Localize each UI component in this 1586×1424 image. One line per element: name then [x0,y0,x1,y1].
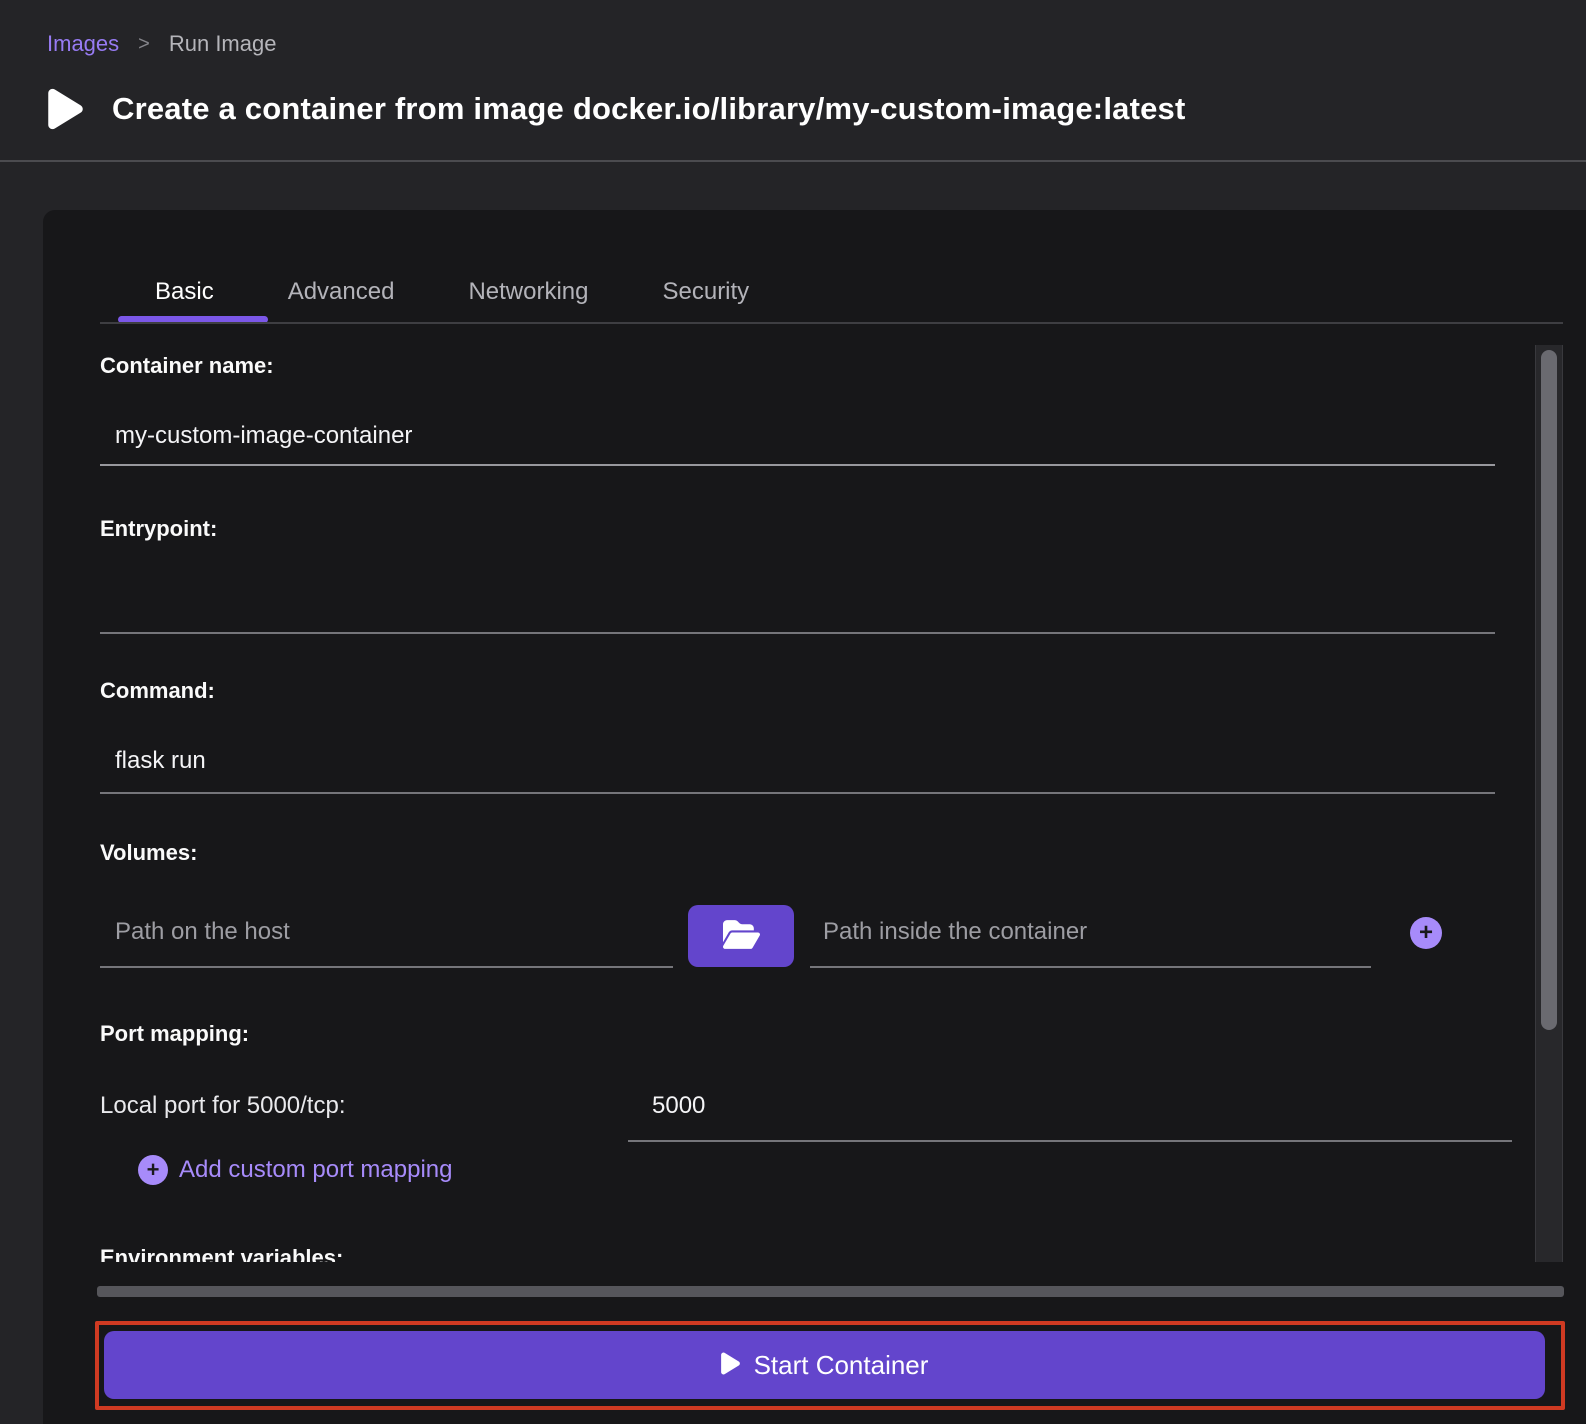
play-icon-small [721,1351,740,1379]
breadcrumb: Images > Run Image [47,31,276,57]
breadcrumb-link-images[interactable]: Images [47,31,119,57]
basic-tab-content: Container name: my-custom-image-containe… [100,345,1512,1262]
start-container-button[interactable]: Start Container [104,1331,1545,1399]
volume-container-underline [810,966,1371,968]
container-name-underline [100,464,1495,466]
run-image-page: Images > Run Image Create a container fr… [0,0,1586,1424]
command-underline [100,792,1495,794]
local-port-underline [628,1140,1512,1142]
command-input[interactable]: flask run [115,747,206,775]
vertical-scrollbar-thumb[interactable] [1541,350,1557,1030]
add-custom-port-mapping-button[interactable]: + Add custom port mapping [138,1155,452,1185]
tab-networking[interactable]: Networking [431,268,625,316]
breadcrumb-current: Run Image [169,31,277,57]
local-port-label: Local port for 5000/tcp: [100,1092,345,1120]
header-divider [0,160,1586,162]
page-title: Create a container from image docker.io/… [112,91,1186,127]
page-header: Create a container from image docker.io/… [47,86,1186,132]
run-image-card: Basic Advanced Networking Security Conta… [43,210,1586,1424]
play-icon [47,86,84,132]
volume-host-path-input[interactable]: Path on the host [115,918,290,946]
tab-bottom-border [100,322,1563,324]
browse-folder-button[interactable] [688,905,794,967]
container-name-input[interactable]: my-custom-image-container [115,422,412,450]
volumes-label: Volumes: [100,840,197,866]
local-port-input[interactable]: 5000 [652,1092,705,1120]
tab-security[interactable]: Security [625,268,786,316]
entrypoint-underline [100,632,1495,634]
start-container-label: Start Container [754,1350,929,1381]
entrypoint-label: Entrypoint: [100,516,217,542]
environment-variables-label: Environment variables: [100,1245,343,1262]
volume-host-underline [100,966,673,968]
add-custom-port-mapping-label: Add custom port mapping [179,1156,452,1184]
tab-basic[interactable]: Basic [118,268,251,316]
tab-bar: Basic Advanced Networking Security [118,268,786,316]
horizontal-scrollbar[interactable] [97,1286,1564,1297]
vertical-scrollbar-track[interactable] [1535,345,1563,1262]
port-mapping-label: Port mapping: [100,1021,249,1047]
breadcrumb-separator: > [138,33,150,56]
command-label: Command: [100,678,215,704]
folder-open-icon [723,918,760,954]
plus-icon: + [1419,921,1433,945]
volume-container-path-input[interactable]: Path inside the container [823,918,1087,946]
add-volume-button[interactable]: + [1410,917,1442,949]
plus-circle-icon: + [138,1155,168,1185]
tab-advanced[interactable]: Advanced [251,268,432,316]
container-name-label: Container name: [100,353,274,379]
plus-glyph: + [147,1159,160,1181]
